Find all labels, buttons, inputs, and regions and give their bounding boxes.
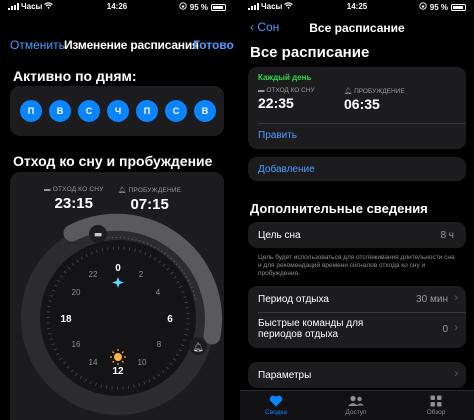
- bedtime-display: ▬ ОТХОД КО СНУ 22:35: [258, 87, 315, 111]
- tab-browse[interactable]: Обзор: [406, 393, 466, 416]
- dial-number: 14: [89, 358, 98, 367]
- status-right: 95 %: [419, 2, 466, 12]
- dial-number: 16: [72, 340, 81, 349]
- page-title: Все расписание: [250, 44, 370, 61]
- wake-value: 06:35: [344, 96, 380, 112]
- dial-number: 12: [112, 366, 124, 377]
- chevron-right-icon: ›: [454, 368, 458, 380]
- heart-icon: [246, 393, 306, 409]
- wake-label: ПРОБУЖДЕНИЕ: [354, 88, 405, 95]
- tab-bar: Сводка Доступ Обзор: [240, 390, 474, 420]
- schedule-card[interactable]: Каждый день ▬ ОТХОД КО СНУ 22:35 🔔︎ ПРОБ…: [248, 67, 466, 149]
- chevron-right-icon: ›: [454, 322, 458, 334]
- people-icon: [326, 393, 386, 409]
- dial-number: 20: [72, 288, 81, 297]
- status-bar: Часы 14:25 95 %: [240, 0, 474, 14]
- dial-number: 8: [157, 340, 162, 349]
- alarm-bell-icon: 🔔︎: [192, 342, 203, 353]
- sleep-dial[interactable]: ▬ 🔔︎ 0 2 4 6 8 10 12 14 16 18 20 22: [0, 0, 234, 420]
- tab-summary[interactable]: Сводка: [246, 393, 306, 416]
- bedtime-label: ОТХОД КО СНУ: [266, 87, 315, 94]
- sleep-goal-value: 8 ч: [440, 230, 454, 241]
- extra-title: Дополнительные сведения: [250, 201, 428, 216]
- lock-rotation-icon: [419, 2, 427, 12]
- edit-schedule-screen: Часы 14:26 95 % Отменить Изменение распи…: [0, 0, 234, 420]
- tab-sharing[interactable]: Доступ: [326, 393, 386, 416]
- bedtime-value: 22:35: [258, 95, 294, 111]
- dial-number: 2: [139, 270, 144, 279]
- wind-down-value: 30 мин: [416, 294, 448, 305]
- nav-bar: ‹ Сон Все расписание: [240, 20, 474, 42]
- add-card: Добавление: [248, 157, 466, 181]
- dial-number: 22: [89, 270, 98, 279]
- nav-title: Все расписание: [309, 21, 405, 35]
- tab-label: Обзор: [426, 409, 446, 416]
- shortcuts-row[interactable]: Быстрые команды для периодов отдыха 0 ›: [248, 313, 466, 347]
- wind-down-label: Период отдыха: [258, 294, 329, 305]
- wind-down-row[interactable]: Период отдыха 30 мин ›: [248, 286, 466, 312]
- bed-icon: ▬: [94, 230, 103, 240]
- tab-label: Доступ: [345, 409, 367, 416]
- dial-number: 6: [167, 314, 173, 325]
- alarm-bell-icon: 🔔︎: [344, 88, 355, 95]
- all-schedule-screen: Часы 14:25 95 % ‹ Сон Все расписание Все…: [240, 0, 474, 420]
- sleep-goal-row[interactable]: Цель сна 8 ч: [248, 222, 466, 248]
- shortcuts-value: 0: [442, 324, 448, 335]
- options-label: Параметры: [258, 370, 312, 381]
- wake-display: 🔔︎ ПРОБУЖДЕНИЕ 06:35: [344, 87, 405, 112]
- dial-number: 18: [60, 314, 72, 325]
- battery-percent: 95 %: [429, 2, 448, 12]
- sleep-goal-label: Цель сна: [258, 230, 301, 241]
- dial-number: 0: [115, 263, 121, 274]
- edit-button[interactable]: Править: [258, 130, 297, 141]
- schedule-days: Каждый день: [258, 73, 312, 82]
- chevron-right-icon: ›: [454, 292, 458, 304]
- add-schedule-button[interactable]: Добавление: [258, 164, 315, 175]
- tab-label: Сводка: [265, 409, 287, 416]
- shortcuts-label: Быстрые команды для периодов отдыха: [258, 318, 364, 340]
- dial-number: 10: [138, 358, 147, 367]
- options-row[interactable]: Параметры ›: [248, 362, 466, 388]
- dial-number: 4: [156, 288, 161, 297]
- battery-icon: [451, 3, 466, 11]
- sleep-goal-note: Цель будет использоваться для отслеживан…: [258, 254, 455, 277]
- divider: [258, 123, 466, 124]
- grid-icon: [406, 393, 466, 409]
